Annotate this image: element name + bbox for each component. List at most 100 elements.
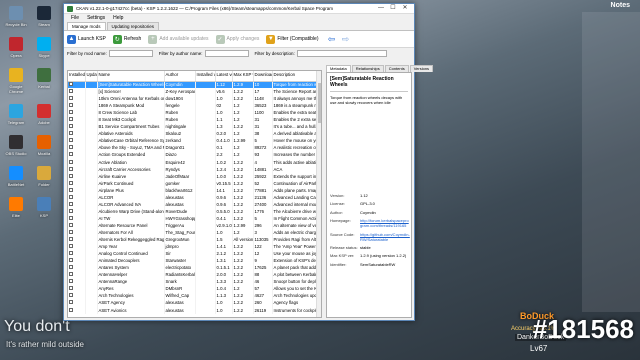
installed-checkbox[interactable] — [69, 180, 73, 185]
installed-checkbox-cell[interactable] — [68, 151, 86, 159]
table-row[interactable]: ALCOR Advanced IVA alexustas 0.9.6 1.2.2 274… — [68, 200, 321, 208]
desktop-shortcut[interactable]: Skype — [31, 37, 57, 58]
desktop-shortcut[interactable]: Elite — [3, 197, 29, 218]
installed-checkbox-cell[interactable] — [68, 299, 86, 307]
tab-manage-mods[interactable]: Manage mods — [67, 22, 106, 30]
installed-checkbox-cell[interactable] — [68, 130, 86, 138]
filter-button[interactable]: ▼ Filter (Compatible) — [266, 34, 318, 44]
installed-checkbox[interactable] — [69, 279, 73, 284]
installed-checkbox-cell[interactable] — [68, 193, 86, 201]
metadata-link[interactable]: http://forum.kerbalspaceprogram.com/thre… — [360, 218, 410, 228]
installed-checkbox[interactable] — [69, 208, 73, 213]
table-row[interactable]: ASET Agency alexustas 1.0 1.2.2 260 Agency fl… — [68, 299, 321, 307]
installed-checkbox-cell[interactable] — [68, 123, 86, 131]
minimize-button[interactable]: — — [375, 4, 387, 13]
installed-checkbox[interactable] — [69, 194, 73, 199]
desktop-shortcut[interactable]: Steam — [31, 6, 57, 27]
installed-checkbox[interactable] — [69, 82, 73, 87]
installed-checkbox[interactable] — [69, 145, 73, 150]
installed-checkbox[interactable] — [69, 117, 73, 122]
installed-checkbox[interactable] — [69, 300, 73, 305]
installed-checkbox-cell[interactable] — [68, 221, 86, 229]
installed-checkbox[interactable] — [69, 138, 73, 143]
table-row[interactable]: 8 Seat Mk3 Cockpit Ruben 1.1 1.2 31 Enables t… — [68, 116, 321, 124]
apply-changes-button[interactable]: ✓ Apply changes — [215, 34, 259, 44]
table-row[interactable]: Aircraft Carrier Accessories Ryndys 1.2.4 1… — [68, 165, 321, 173]
menu-help[interactable]: Help — [109, 15, 127, 21]
table-row[interactable]: Ablative Asteroids Skalou2 0.2.0 1.2 38 A der… — [68, 130, 321, 138]
installed-checkbox[interactable] — [69, 244, 73, 249]
installed-checkbox-cell[interactable] — [68, 186, 86, 194]
table-row[interactable]: Arch Technologies Wilfred_Cap 1.1.3 1.2.2 46… — [68, 292, 321, 300]
installed-checkbox[interactable] — [69, 272, 73, 277]
back-arrow-icon[interactable]: ⇦ — [325, 34, 337, 44]
add-updates-button[interactable]: + Add available updates — [148, 34, 209, 44]
maximize-button[interactable]: ☐ — [387, 4, 399, 13]
column-header[interactable]: Author — [164, 71, 196, 82]
table-row[interactable]: ASET Avionics alexustas 1.0 1.2.2 26119 Instr… — [68, 306, 321, 314]
table-row[interactable]: AblativeCase Orbital Reference Systemzer… — [68, 137, 321, 145]
table-row[interactable]: AnyRes DMbsnR 1.0.4 1.2 57 Allows you to set … — [68, 285, 321, 293]
column-header[interactable]: Update — [85, 71, 98, 82]
table-row[interactable]: Alcubierre Warp Drive (Stand-alone) Rover… — [68, 207, 321, 215]
table-row[interactable]: Alternators For All The_Stag_Four 1.0 1.2 3 A… — [68, 228, 321, 237]
installed-checkbox-cell[interactable] — [68, 172, 86, 180]
installed-checkbox-cell[interactable] — [68, 236, 86, 244]
installed-checkbox-cell[interactable] — [68, 264, 86, 272]
installed-checkbox[interactable] — [69, 96, 73, 101]
desktop-shortcut[interactable]: KSP — [31, 197, 57, 218]
installed-checkbox-cell[interactable] — [68, 165, 86, 173]
table-row[interactable]: AntennaRange Snark 1.3.3 1.2.2 46 Snoop! butt… — [68, 278, 321, 286]
installed-checkbox-cell[interactable] — [68, 271, 86, 279]
tab-relationships[interactable]: Relationships — [351, 65, 384, 72]
installed-checkbox-cell[interactable] — [68, 137, 86, 145]
installed-checkbox-cell[interactable] — [68, 179, 86, 187]
table-row[interactable]: 10km Omni Antenna for Kerbals on EVA for… — [68, 95, 321, 103]
table-row[interactable]: Airline Kuairve JadeOfMaar 1.0.0 1.2.2 25922… — [68, 172, 321, 180]
installed-checkbox[interactable] — [69, 131, 73, 136]
installed-checkbox[interactable] — [69, 293, 73, 298]
desktop-shortcut[interactable]: Mozilla — [31, 135, 57, 156]
installed-checkbox-cell[interactable] — [68, 102, 86, 110]
forward-arrow-icon[interactable]: ⇨ — [339, 34, 351, 44]
column-header[interactable]: Name — [97, 71, 165, 82]
installed-checkbox-cell[interactable] — [68, 200, 86, 208]
installed-checkbox-cell[interactable] — [68, 285, 86, 293]
desktop-shortcut[interactable]: Kerbal — [31, 68, 57, 89]
installed-checkbox-cell[interactable] — [68, 257, 86, 265]
table-row[interactable]: Alternate Resource Panel TriggerAu v2.9.1.… — [68, 221, 321, 229]
installed-checkbox[interactable] — [69, 89, 73, 94]
installed-checkbox-cell[interactable] — [68, 158, 86, 166]
installed-checkbox[interactable] — [69, 201, 73, 206]
table-row[interactable]: Animated Decouplers Starwaster 1.3.1 1.2.2 9… — [68, 257, 321, 265]
column-header[interactable]: Installed version — [195, 71, 216, 82]
installed-checkbox[interactable] — [69, 103, 73, 108]
desktop-shortcut[interactable]: OBS Studio — [3, 135, 29, 156]
scroll-thumb[interactable] — [318, 83, 321, 123]
table-row[interactable]: B1 Service Compartment Tubes nightingale 1… — [68, 123, 321, 131]
table-row[interactable]: 1869 A Steampunk Mod fengele 02 1.2 36523 186… — [68, 102, 321, 110]
column-header[interactable]: Max KSP version — [232, 71, 254, 82]
table-row[interactable]: Analog Control Continued Sir 2.1.2 1.2.2 12 U… — [68, 250, 321, 258]
column-header[interactable]: Installed — [68, 71, 86, 82]
installed-checkbox[interactable] — [69, 230, 73, 234]
installed-checkbox[interactable] — [69, 222, 73, 227]
installed-checkbox-cell[interactable] — [68, 306, 86, 314]
table-row[interactable]: 8 Crew Science Lab Ruben 1.0 1.2 1100 Enables… — [68, 109, 321, 117]
table-row[interactable]: Above the Sky - Soyuz, TMA and R7 Dragon0… — [68, 144, 321, 152]
refresh-button[interactable]: ↻ Refresh — [112, 34, 141, 44]
filter-author-input[interactable] — [204, 50, 249, 57]
installed-checkbox-cell[interactable] — [68, 278, 86, 286]
table-row[interactable]: Active Ablation Esquire42 1.0.2 1.2.2 4 This … — [68, 158, 321, 166]
table-row[interactable]: ALCOR alexustas 0.9.6 1.2.2 21136 Advanced La… — [68, 193, 321, 201]
installed-checkbox[interactable] — [69, 187, 73, 192]
installed-checkbox[interactable] — [69, 286, 73, 291]
table-row[interactable]: [x] Science!Z-Key Aerospace Bro... v5.61.… — [68, 88, 321, 96]
installed-checkbox[interactable] — [69, 173, 73, 178]
desktop-shortcut[interactable]: Folder — [31, 166, 57, 187]
installed-checkbox[interactable] — [69, 251, 73, 256]
installed-checkbox-cell[interactable] — [68, 207, 86, 215]
metadata-link[interactable]: https://github.com/Coymdin-RW/Saturatabl… — [360, 232, 410, 242]
tab-versions[interactable]: Versions — [409, 65, 434, 72]
installed-checkbox[interactable] — [69, 159, 73, 164]
